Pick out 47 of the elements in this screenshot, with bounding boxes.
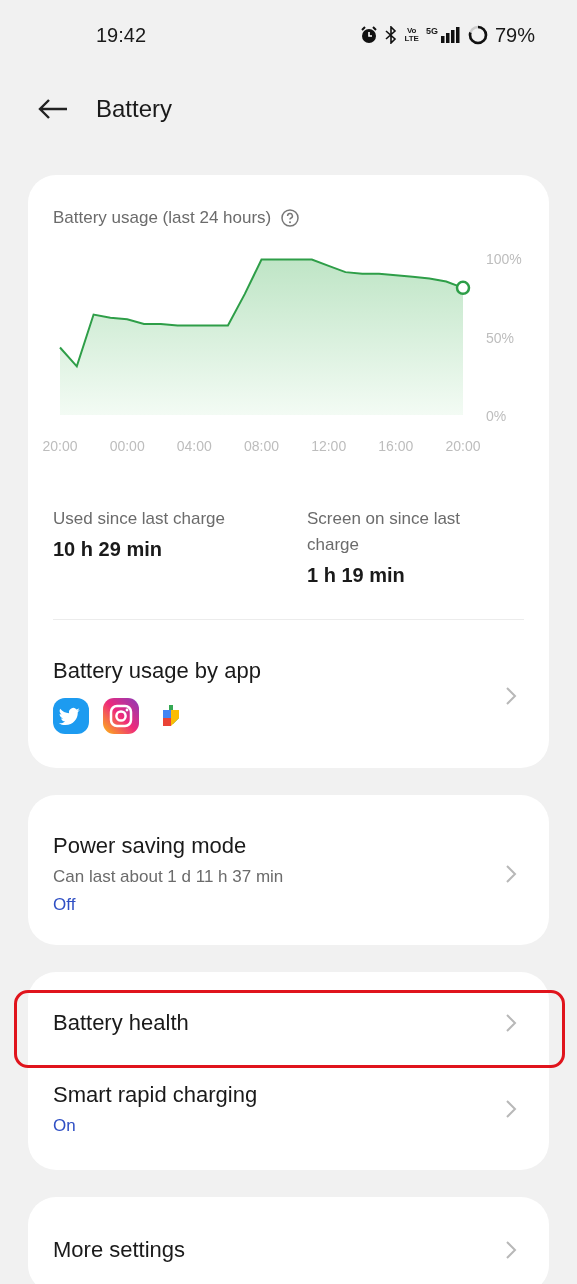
bird-icon — [53, 698, 89, 734]
row-title: Battery usage by app — [53, 658, 262, 684]
row-title: More settings — [53, 1237, 187, 1263]
row-title: Power saving mode — [53, 833, 248, 859]
y-tick-label: 100% — [486, 251, 522, 267]
signal-icon — [440, 27, 461, 43]
stat-label: Screen on since last charge — [307, 508, 462, 556]
row-status: On — [53, 1116, 77, 1136]
settings-row[interactable]: Smart rapid charging On — [28, 1066, 549, 1170]
chart-title: Battery usage (last 24 hours) — [53, 208, 272, 228]
stat-value: 10 h 29 min — [53, 538, 163, 561]
x-tick-label: 16:00 — [378, 438, 414, 454]
bluetooth-icon — [385, 26, 398, 44]
x-tick-label: 00:00 — [109, 438, 145, 454]
settings-row[interactable]: More settings — [28, 1197, 549, 1284]
x-tick-label: 20:00 — [445, 438, 481, 454]
network-type: 5G — [425, 25, 438, 36]
usage-by-app-row[interactable]: Battery usage by app — [28, 620, 549, 768]
chevron-icon — [505, 864, 517, 884]
settings-row[interactable]: Battery health — [28, 972, 549, 1066]
battery-percent: 79% — [494, 23, 535, 47]
chevron-icon — [505, 1013, 517, 1033]
row-subtitle: Can last about 1 d 11 h 37 min — [53, 867, 285, 887]
chevron-icon — [505, 1240, 517, 1260]
row-status: Off — [53, 895, 77, 915]
row-title: Battery health — [53, 1010, 190, 1036]
y-tick-label: 50% — [486, 329, 515, 346]
x-tick-label: 04:00 — [176, 438, 212, 454]
end-marker — [455, 280, 471, 296]
camera-icon — [103, 698, 139, 734]
volte-indicator: Vo LTE — [404, 27, 419, 43]
row-title: Smart rapid charging — [53, 1082, 259, 1108]
stat-label: Used since last charge — [53, 508, 226, 530]
alarm-icon — [360, 26, 379, 44]
x-tick-label: 12:00 — [311, 438, 347, 454]
settings-row[interactable]: Power saving mode Can last about 1 d 11 h 37 min Off — [28, 795, 549, 945]
chevron-icon — [505, 686, 517, 706]
y-tick-label: 0% — [486, 408, 507, 424]
battery-ring-icon — [467, 25, 488, 45]
chevron-icon — [505, 1099, 517, 1119]
stat-value: 1 h 19 min — [307, 564, 406, 587]
page-title: Battery — [96, 95, 173, 123]
help-icon[interactable] — [281, 209, 300, 227]
status-time: 19:42 — [96, 23, 147, 47]
back-arrow-icon[interactable] — [38, 98, 68, 120]
x-tick-label: 20:00 — [42, 438, 78, 454]
x-tick-label: 08:00 — [244, 438, 279, 454]
